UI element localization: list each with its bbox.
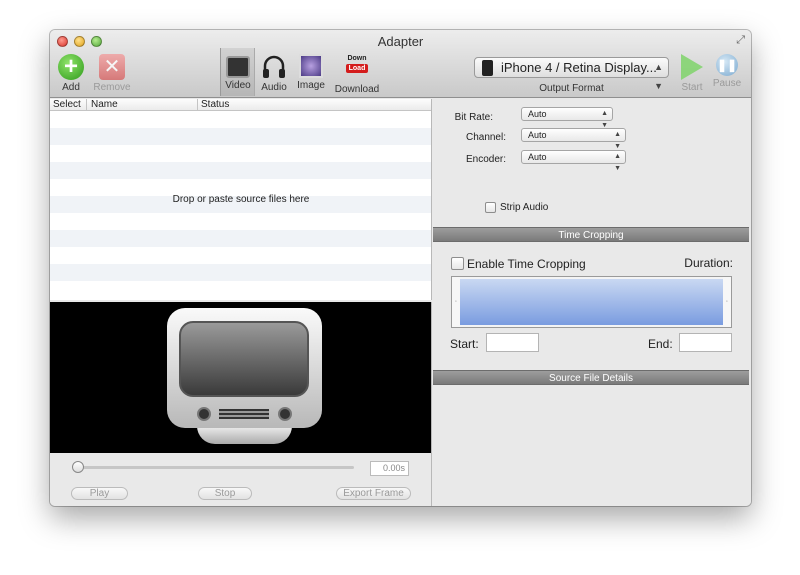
stop-button[interactable]: Stop <box>198 487 252 500</box>
output-format-label: Output Format <box>539 83 604 94</box>
bit-rate-select[interactable]: Auto ▲ ▼ <box>521 107 613 129</box>
chevron-updown-icon: ▲ ▼ <box>614 153 621 172</box>
tab-video[interactable]: Video <box>222 54 254 91</box>
output-format-select[interactable]: iPhone 4 / Retina Display... ▲ ▼ <box>474 57 669 91</box>
column-divider <box>86 99 87 111</box>
tab-audio-label: Audio <box>261 82 287 93</box>
list-row <box>50 162 431 179</box>
remove-label: Remove <box>93 82 131 93</box>
tv-placeholder-icon <box>167 308 322 448</box>
seek-slider[interactable] <box>77 466 354 469</box>
crop-end-handle[interactable]: ◦ <box>723 277 731 327</box>
list-row <box>50 230 431 247</box>
x-square-icon: ✕ <box>99 54 125 80</box>
download-icon-top-text: Down <box>347 55 367 62</box>
tab-image[interactable]: Image <box>295 54 327 91</box>
plus-circle-icon: + <box>58 54 84 80</box>
tv-knob <box>197 407 211 421</box>
tab-download-label: Download <box>334 84 380 95</box>
column-header-select[interactable]: Select <box>53 99 81 111</box>
crop-start-input[interactable] <box>486 333 539 352</box>
player-controls: 0.00s Play Stop Export Frame <box>50 453 432 506</box>
download-icon-bottom-text: Load <box>346 64 368 73</box>
list-row <box>50 128 431 145</box>
start-label: Start <box>681 82 703 93</box>
strip-audio-label: Strip Audio <box>500 202 549 213</box>
time-cropping-header: Time Cropping <box>433 227 749 242</box>
pause-button[interactable]: ❚❚ Pause <box>712 54 742 89</box>
download-badge-icon: Down Load <box>343 54 371 82</box>
encoder-value: Auto <box>528 152 547 162</box>
drop-zone-hint: Drop or paste source files here <box>172 194 310 205</box>
crop-start-label: Start: <box>450 337 479 351</box>
enable-time-cropping-checkbox[interactable] <box>451 257 464 270</box>
list-row <box>50 281 431 298</box>
tab-video-label: Video <box>225 80 251 91</box>
video-preview <box>50 302 432 453</box>
crop-start-handle[interactable]: ◦ <box>452 277 460 327</box>
channel-label: Channel: <box>465 132 506 143</box>
bit-rate-value: Auto <box>528 109 547 119</box>
export-frame-button[interactable]: Export Frame <box>336 487 411 500</box>
column-header-status[interactable]: Status <box>201 99 229 111</box>
tv-stand <box>197 426 292 444</box>
add-label: Add <box>62 82 80 93</box>
duration-label: Duration: <box>684 256 733 270</box>
tab-image-label: Image <box>297 80 325 91</box>
monitor-icon <box>226 56 250 78</box>
fullscreen-icon[interactable]: ⤢ <box>736 34 745 47</box>
tv-grille <box>219 409 269 419</box>
app-window: Adapter ⤢ + Add ✕ Remove Video Audio Ima… <box>50 30 751 506</box>
time-display: 0.00s <box>370 461 409 476</box>
encoder-select[interactable]: Auto ▲ ▼ <box>521 150 626 172</box>
tv-body <box>167 308 322 428</box>
encoder-label: Encoder: <box>465 154 506 165</box>
pause-circle-icon: ❚❚ <box>716 54 738 76</box>
list-row <box>50 247 431 264</box>
column-divider <box>197 99 198 111</box>
channel-value: Auto <box>528 130 547 140</box>
tab-audio[interactable]: Audio <box>258 54 290 93</box>
photo-icon <box>299 54 323 78</box>
start-button[interactable]: Start <box>678 54 706 93</box>
crop-end-label: End: <box>648 337 673 351</box>
tv-knob <box>278 407 292 421</box>
channel-select[interactable]: Auto ▲ ▼ <box>521 128 626 150</box>
source-file-list[interactable]: Select Name Status Drop or paste source … <box>50 99 432 300</box>
source-file-details-header: Source File Details <box>433 370 749 385</box>
title-bar: Adapter ⤢ + Add ✕ Remove Video Audio Ima… <box>50 30 751 98</box>
column-header-name[interactable]: Name <box>91 99 118 111</box>
add-button[interactable]: + Add <box>57 54 85 93</box>
pause-label: Pause <box>712 78 742 89</box>
enable-time-cropping-label: Enable Time Cropping <box>467 257 586 271</box>
strip-audio-checkbox[interactable] <box>485 202 496 213</box>
list-row <box>50 145 431 162</box>
settings-pane: Bit Rate: Auto ▲ ▼ Channel: Auto ▲ ▼ Encod… <box>433 99 751 506</box>
play-triangle-icon <box>681 54 703 80</box>
tab-download[interactable]: Down Load Download <box>332 54 382 95</box>
crop-range-fill <box>460 279 724 325</box>
crop-end-input[interactable] <box>679 333 732 352</box>
play-button[interactable]: Play <box>71 487 128 500</box>
headphones-icon <box>263 55 285 78</box>
list-row <box>50 264 431 281</box>
phone-icon <box>482 60 493 76</box>
list-header: Select Name Status <box>50 99 431 111</box>
remove-button[interactable]: ✕ Remove <box>92 54 132 93</box>
list-row <box>50 213 431 230</box>
tv-screen <box>179 321 309 397</box>
output-format-value: iPhone 4 / Retina Display... <box>501 60 657 75</box>
seek-slider-knob[interactable] <box>72 461 84 473</box>
bit-rate-label: Bit Rate: <box>454 112 493 123</box>
list-row <box>50 111 431 128</box>
crop-range-selector[interactable]: ◦ ◦ <box>451 276 732 328</box>
window-title: Adapter <box>377 34 424 49</box>
